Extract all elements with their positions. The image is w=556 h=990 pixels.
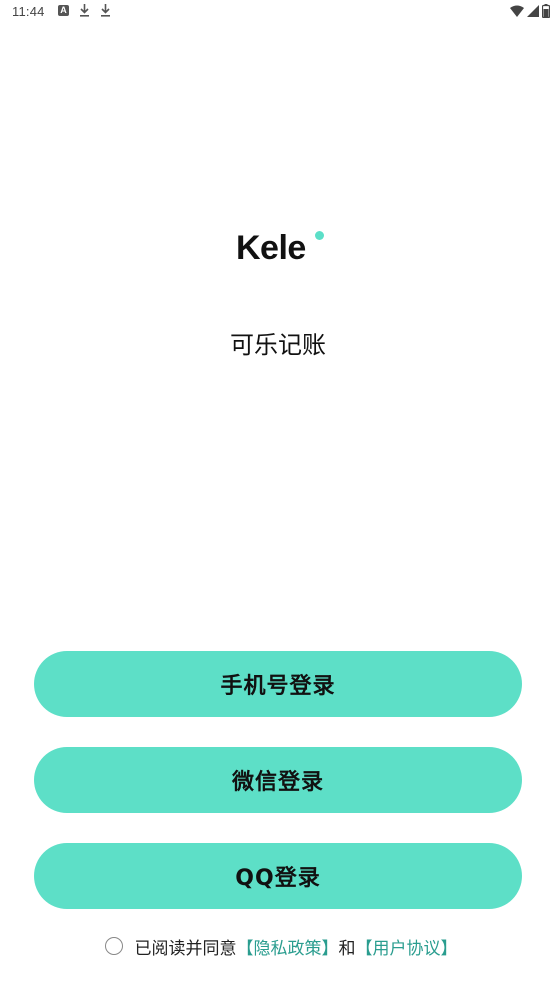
system-icons	[510, 4, 550, 18]
signal-icon	[527, 5, 539, 17]
wifi-icon	[510, 5, 524, 17]
app-logo: Kele	[236, 229, 306, 267]
status-bar: 11:44 A	[0, 0, 556, 24]
user-agreement-link[interactable]: 【用户协议】	[356, 934, 458, 959]
notification-a-icon: A	[58, 4, 69, 16]
agreement-conjunction: 和	[338, 938, 356, 959]
logo-dot	[315, 231, 324, 240]
agreement-checkbox[interactable]	[104, 937, 123, 955]
app-title: 可乐记账	[230, 331, 326, 359]
wechat-login-button[interactable]: 微信登录	[34, 747, 522, 813]
qq-login-button[interactable]: QQ登录	[34, 843, 522, 909]
download-icon	[80, 4, 89, 17]
status-time: 11:44	[12, 4, 45, 19]
battery-icon	[542, 4, 550, 18]
agreement-prefix: 已阅读并同意	[134, 938, 237, 959]
phone-login-button[interactable]: 手机号登录	[34, 651, 522, 717]
privacy-policy-link[interactable]: 【隐私政策】	[237, 934, 339, 959]
download-icon	[101, 4, 110, 17]
notification-icons: A	[58, 3, 111, 17]
agreement-row: 已阅读并同意 【隐私政策】 和 【用户协议】	[0, 932, 556, 960]
